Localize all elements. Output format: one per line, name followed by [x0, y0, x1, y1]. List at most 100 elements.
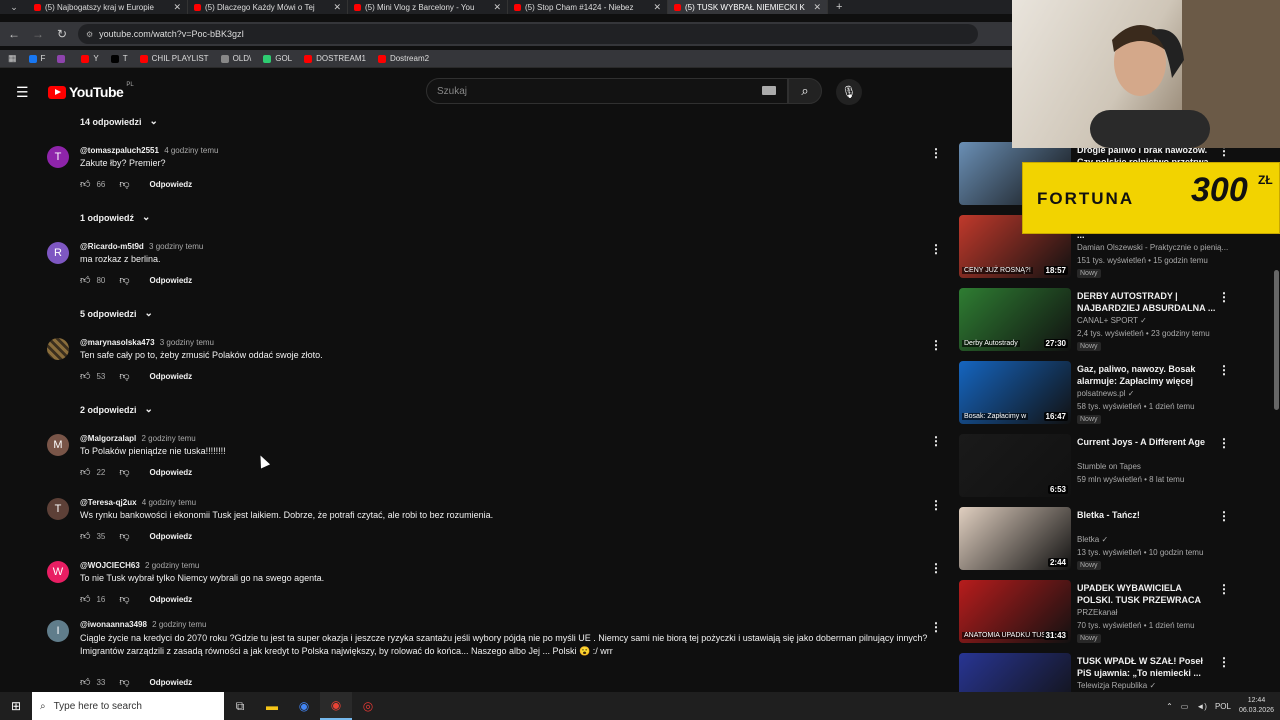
video-thumbnail[interactable]: 6:53: [959, 434, 1071, 497]
channel-name[interactable]: Telewizja Republika ✓: [1077, 681, 1156, 690]
dislike-icon[interactable]: 👎︎: [119, 370, 129, 382]
bookmark-item[interactable]: F: [28, 54, 45, 63]
voice-search-button[interactable]: 🎙: [836, 79, 862, 105]
bookmark-item[interactable]: Dostream2: [377, 54, 429, 63]
apps-icon[interactable]: ▦: [8, 53, 17, 64]
browser-tab[interactable]: (5) Dlaczego Każdy Mówi o Tej ✕: [188, 0, 348, 14]
language-indicator[interactable]: POL: [1215, 702, 1231, 711]
bookmark-item[interactable]: Y: [81, 54, 99, 63]
avatar[interactable]: [47, 338, 69, 360]
reply-button[interactable]: Odpowiedz: [150, 595, 193, 604]
close-tab-icon[interactable]: ✕: [173, 2, 181, 13]
search-input[interactable]: Szukaj: [426, 78, 788, 104]
volume-icon[interactable]: ◄): [1196, 702, 1207, 711]
comment-author[interactable]: @WOJCIECH63: [80, 561, 140, 570]
bookmark-item[interactable]: OLD\: [220, 54, 251, 63]
close-tab-icon[interactable]: ✕: [653, 2, 661, 13]
video-title[interactable]: Gaz, paliwo, nawozy. Bosak alarmuje: Zap…: [1077, 363, 1217, 387]
close-tab-icon[interactable]: ✕: [813, 2, 821, 13]
replies-toggle[interactable]: 5 odpowiedzi ⌄: [80, 308, 153, 319]
recommended-video[interactable]: 6:53 Current Joys - A Different Age Stum…: [958, 434, 1258, 502]
network-icon[interactable]: ▭: [1181, 702, 1189, 711]
channel-name[interactable]: CANAL+ SPORT ✓: [1077, 316, 1147, 325]
dislike-icon[interactable]: 👎︎: [119, 178, 129, 190]
like-icon[interactable]: 👍︎: [80, 370, 90, 382]
close-tab-icon[interactable]: ✕: [493, 2, 501, 13]
windows-start-icon[interactable]: ⊞: [0, 692, 32, 720]
bookmark-item[interactable]: GOL: [263, 54, 292, 63]
like-icon[interactable]: 👍︎: [80, 178, 90, 190]
taskbar-search-input[interactable]: ⌕ Type here to search: [32, 692, 224, 720]
comment-time[interactable]: 2 godziny temu: [142, 434, 196, 443]
bookmark-item[interactable]: DOSTREAM1: [304, 54, 366, 63]
like-icon[interactable]: 👍︎: [80, 274, 90, 286]
recommended-video[interactable]: TUSK WPADŁ W SZAŁ! Poseł PiS ujawnia: „T…: [958, 653, 1258, 692]
chrome-icon[interactable]: ◉: [288, 692, 320, 720]
comment-author[interactable]: @marynasolska473: [80, 338, 155, 347]
more-options-icon[interactable]: ⋮: [1218, 290, 1230, 304]
avatar[interactable]: M: [47, 434, 69, 456]
reply-button[interactable]: Odpowiedz: [150, 372, 193, 381]
bookmark-item[interactable]: T: [110, 54, 128, 63]
video-thumbnail[interactable]: 2:44: [959, 507, 1071, 570]
video-thumbnail[interactable]: ANATOMIA UPADKU TUSKA 31:43: [959, 580, 1071, 643]
reply-button[interactable]: Odpowiedz: [150, 532, 193, 541]
more-options-icon[interactable]: ⋮: [930, 338, 942, 352]
recommended-video[interactable]: Bosak: Zapłacimy w 16:47 Gaz, paliwo, naw…: [958, 361, 1258, 429]
like-icon[interactable]: 👍︎: [80, 466, 90, 478]
more-options-icon[interactable]: ⋮: [1218, 363, 1230, 377]
channel-name[interactable]: Damian Olszewski - Praktycznie o pienią.…: [1077, 243, 1228, 252]
bookmark-item[interactable]: CHIL PLAYLIST: [139, 54, 209, 63]
recommended-video[interactable]: Derby Autostrady 27:30 DERBY AUTOSTRADY |…: [958, 288, 1258, 356]
site-info-icon[interactable]: ⚙: [86, 30, 93, 39]
more-options-icon[interactable]: ⋮: [930, 561, 942, 575]
reply-button[interactable]: Odpowiedz: [150, 276, 193, 285]
browser-tab[interactable]: (5) Stop Cham #1424 - Niebez ✕: [508, 0, 668, 14]
channel-name[interactable]: PRZEkanał: [1077, 608, 1117, 617]
youtube-logo[interactable]: YouTube PL: [48, 82, 134, 100]
dislike-icon[interactable]: 👎︎: [119, 274, 129, 286]
comment-time[interactable]: 4 godziny temu: [164, 146, 218, 155]
task-view-icon[interactable]: ⧉: [224, 692, 256, 720]
video-thumbnail[interactable]: Bosak: Zapłacimy w 16:47: [959, 361, 1071, 424]
tray-expand-icon[interactable]: ⌃: [1166, 702, 1173, 711]
avatar[interactable]: I: [47, 620, 69, 642]
reload-icon[interactable]: ↻: [54, 27, 70, 41]
clock[interactable]: 12:44 06.03.2026: [1239, 696, 1274, 716]
replies-toggle[interactable]: 1 odpowiedź ⌄: [80, 212, 150, 223]
avatar[interactable]: W: [47, 561, 69, 583]
comment-author[interactable]: @iwonaanna3498: [80, 620, 147, 629]
browser-tab[interactable]: (5) Najbogatszy kraj w Europie ✕: [28, 0, 188, 14]
reply-button[interactable]: Odpowiedz: [150, 468, 193, 477]
page-scrollbar[interactable]: [1274, 270, 1279, 410]
comment-time[interactable]: 2 godziny temu: [152, 620, 206, 629]
keyboard-icon[interactable]: [762, 86, 776, 95]
comment-time[interactable]: 2 godziny temu: [145, 561, 199, 570]
reply-button[interactable]: Odpowiedz: [150, 678, 193, 687]
like-icon[interactable]: 👍︎: [80, 593, 90, 605]
avatar[interactable]: T: [47, 146, 69, 168]
more-options-icon[interactable]: ⋮: [930, 498, 942, 512]
video-thumbnail[interactable]: Derby Autostrady 27:30: [959, 288, 1071, 351]
dislike-icon[interactable]: 👎︎: [119, 466, 129, 478]
more-options-icon[interactable]: ⋮: [1218, 655, 1230, 669]
dislike-icon[interactable]: 👎︎: [119, 593, 129, 605]
comment-author[interactable]: @tomaszpaluch2551: [80, 146, 159, 155]
search-button[interactable]: ⌕: [788, 78, 822, 104]
recommended-video[interactable]: 2:44 Bletka - Tańcz! Bletka ✓ 13 tys. wy…: [958, 507, 1258, 575]
more-options-icon[interactable]: ⋮: [1218, 509, 1230, 523]
video-title[interactable]: Current Joys - A Different Age: [1077, 436, 1217, 448]
more-options-icon[interactable]: ⋮: [1218, 436, 1230, 450]
video-title[interactable]: Bletka - Tańcz!: [1077, 509, 1217, 521]
close-tab-icon[interactable]: ✕: [333, 2, 341, 13]
forward-icon[interactable]: →: [30, 27, 46, 41]
more-options-icon[interactable]: ⋮: [1218, 582, 1230, 596]
file-explorer-icon[interactable]: ▬: [256, 692, 288, 720]
replies-toggle[interactable]: 2 odpowiedzi ⌄: [80, 404, 153, 415]
channel-name[interactable]: Bletka ✓: [1077, 535, 1108, 544]
recommended-video[interactable]: ANATOMIA UPADKU TUSKA 31:43 UPADEK WYBAWI…: [958, 580, 1258, 648]
replies-toggle[interactable]: 14 odpowiedzi ⌄: [80, 116, 158, 127]
more-options-icon[interactable]: ⋮: [930, 434, 942, 448]
more-options-icon[interactable]: ⋮: [930, 242, 942, 256]
avatar[interactable]: T: [47, 498, 69, 520]
